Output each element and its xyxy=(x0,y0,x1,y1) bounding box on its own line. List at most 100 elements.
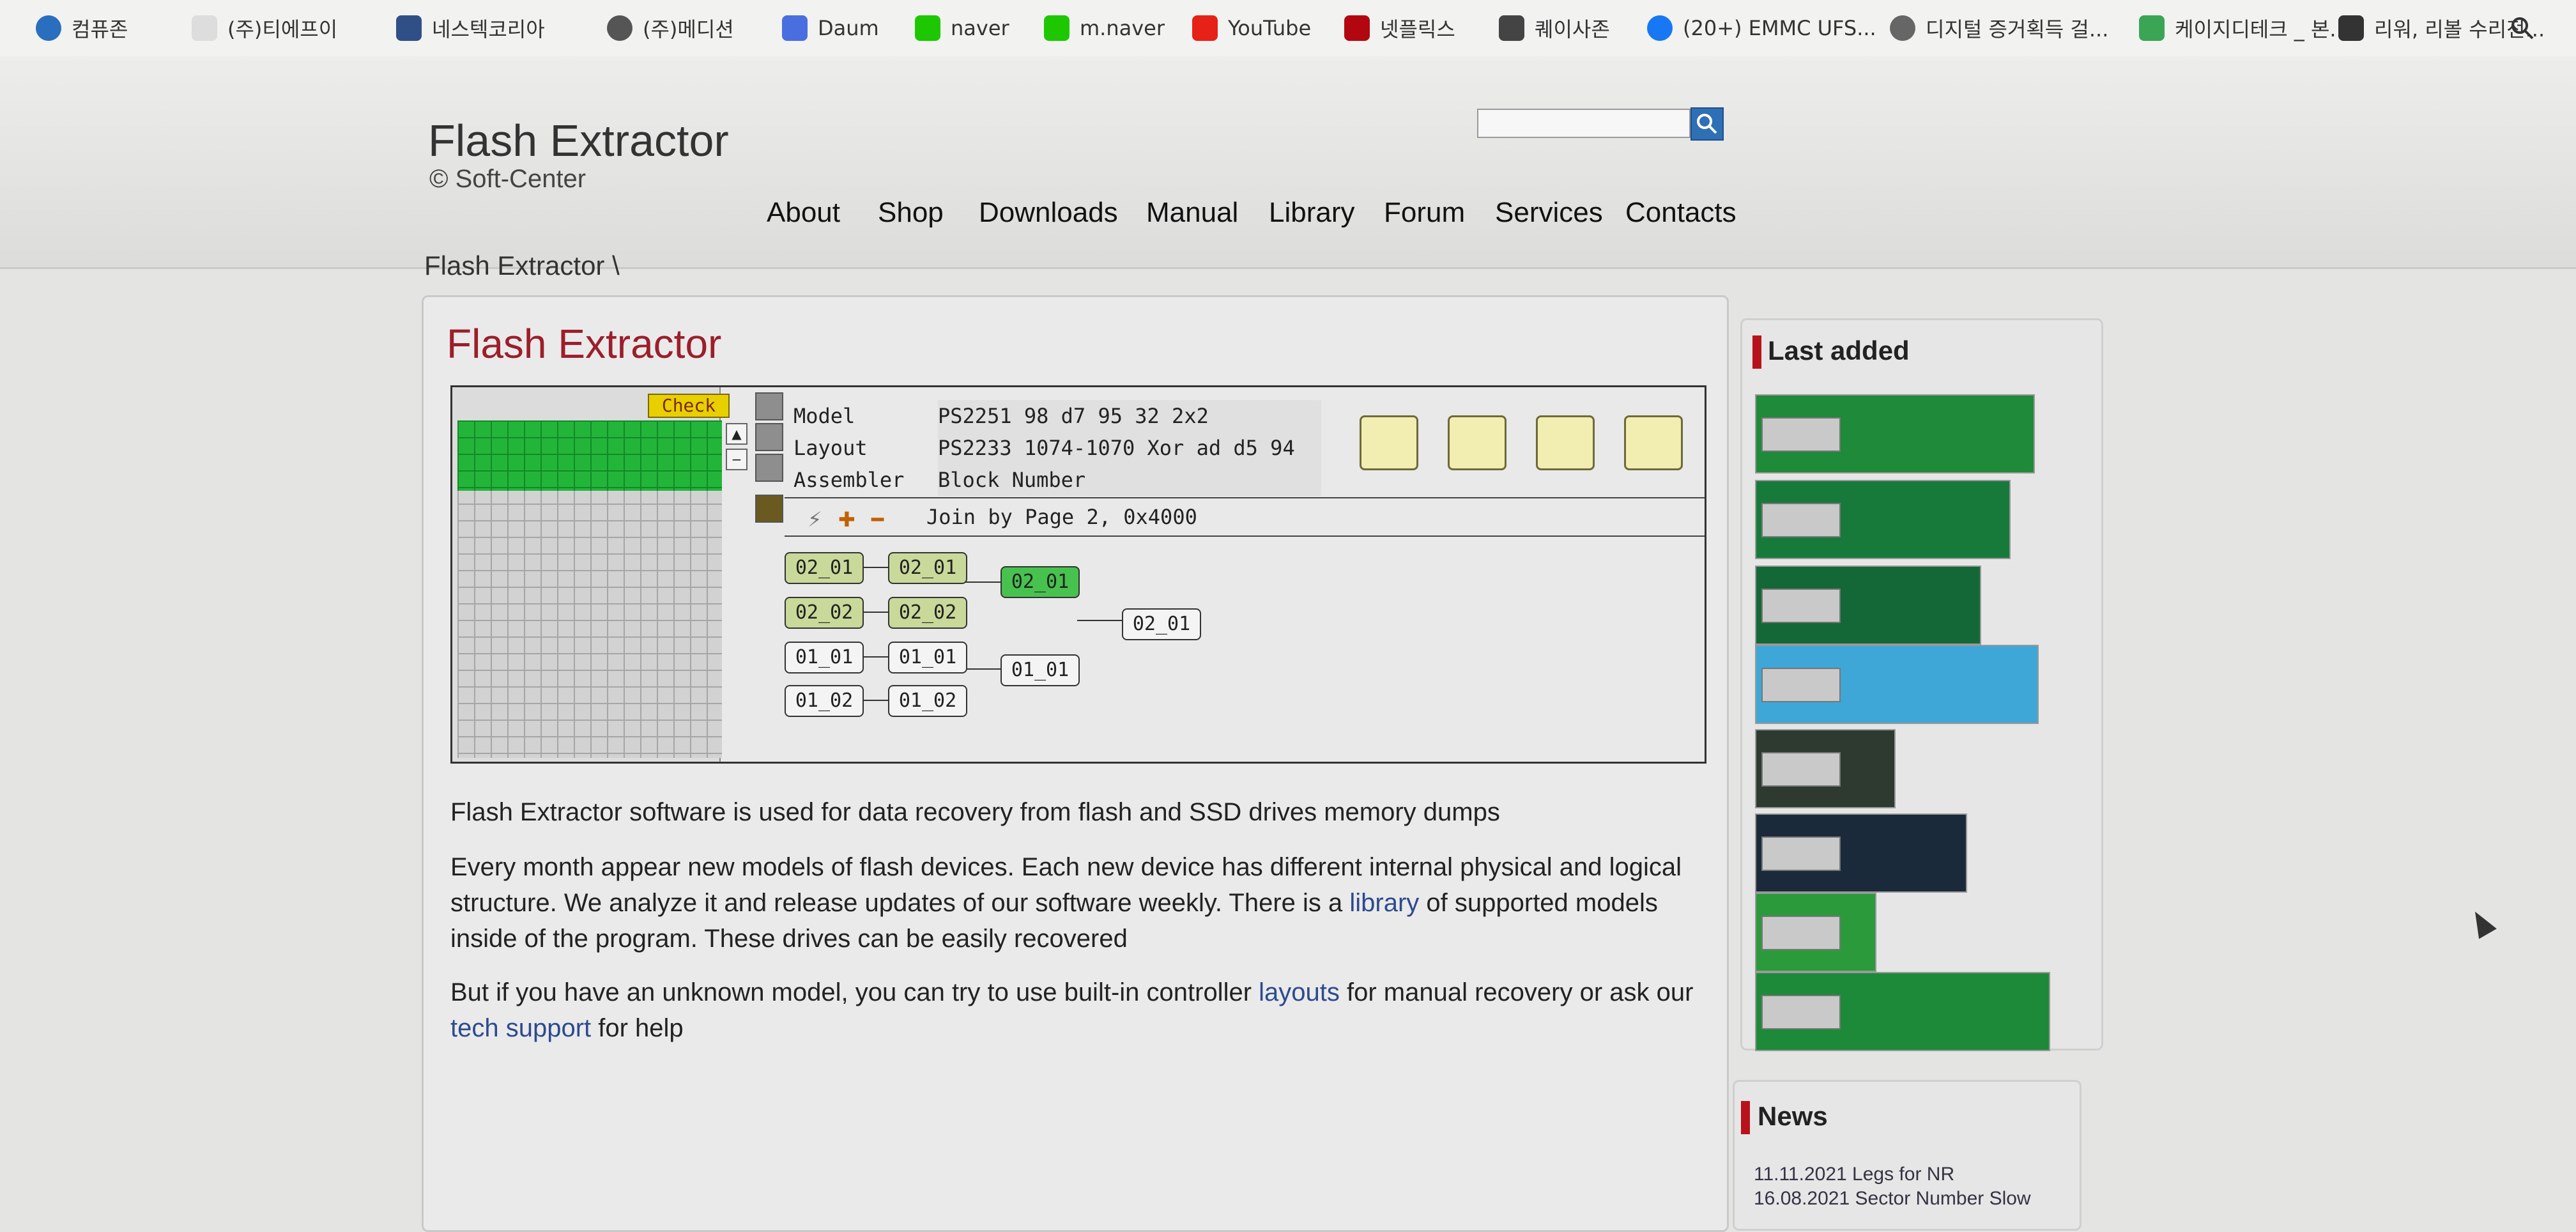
bookmark-item[interactable]: (주)메디션 xyxy=(607,14,734,42)
bookmark-item[interactable]: 네스텍코리아 xyxy=(396,14,545,42)
tree-node: 01_01 xyxy=(1000,654,1080,686)
tree-node: 02_02 xyxy=(785,597,864,629)
intro-paragraph: Flash Extractor software is used for dat… xyxy=(450,798,1500,826)
nav-library[interactable]: Library xyxy=(1269,197,1355,235)
para-text: for help xyxy=(591,1014,684,1042)
bookmark-label: 퀘이사존 xyxy=(1535,17,1610,42)
device-thumbnail[interactable] xyxy=(1755,566,1981,645)
usb-connector xyxy=(1761,589,1841,623)
last-added-panel: Last added xyxy=(1740,318,2103,1051)
news-date: 16.08.2021 xyxy=(1754,1188,1850,1209)
tree-node: 02_01 xyxy=(1122,608,1201,640)
device-thumbnail[interactable] xyxy=(1755,729,1896,808)
section-marker xyxy=(1741,1101,1750,1134)
block-grid-filled xyxy=(457,420,722,491)
search-input[interactable] xyxy=(1477,109,1690,138)
bookmark-item[interactable]: 퀘이사존 xyxy=(1499,14,1610,42)
tree-node: 02_01 xyxy=(1000,566,1080,598)
zoom-icon[interactable] xyxy=(2510,15,2535,41)
tree-node: 02_02 xyxy=(888,597,967,629)
layout-key: Layout xyxy=(793,436,868,460)
page-icon xyxy=(192,15,217,41)
news-panel: News 11.11.2021 Legs for NR 16.08.2021 S… xyxy=(1733,1080,2082,1231)
nav-services[interactable]: Services xyxy=(1495,197,1603,235)
news-item[interactable]: 11.11.2021 Legs for NR xyxy=(1754,1164,1954,1185)
bookmark-item[interactable]: naver xyxy=(915,14,1009,42)
usb-connector xyxy=(1761,916,1841,950)
bookmark-label: 컴퓨존 xyxy=(72,17,128,42)
tree-wire xyxy=(861,612,888,613)
device-thumbnail[interactable] xyxy=(1755,394,2035,474)
mouse-cursor-icon xyxy=(2466,906,2497,939)
news-text: Legs for NR xyxy=(1852,1164,1955,1185)
gear-icon xyxy=(755,454,783,482)
nav-downloads[interactable]: Downloads xyxy=(979,197,1118,235)
nav-manual[interactable]: Manual xyxy=(1146,197,1238,235)
layout-value: PS2233 1074-1070 Xor ad d5 94 xyxy=(938,432,1321,464)
layouts-link[interactable]: layouts xyxy=(1259,978,1340,1006)
assembler-key: Assembler xyxy=(793,468,905,492)
tree-wire xyxy=(861,656,888,658)
search-button[interactable] xyxy=(1690,107,1724,141)
bookmark-item[interactable]: YouTube xyxy=(1192,14,1311,42)
bookmark-label: (주)티에프이 xyxy=(227,17,338,42)
usb-connector xyxy=(1761,668,1841,702)
para-text: for manual recovery or ask our xyxy=(1339,978,1694,1006)
list-icon xyxy=(755,392,783,420)
page-title: Flash Extractor xyxy=(447,321,722,367)
bookmark-item[interactable]: 디지털 증거획득 걸... xyxy=(1890,14,2108,42)
last-added-heading: Last added xyxy=(1768,335,1910,366)
device-thumbnail[interactable] xyxy=(1755,645,2039,724)
globe-icon xyxy=(1890,15,1915,41)
tree-wire xyxy=(1077,620,1122,621)
bookmark-item[interactable]: 컴퓨존 xyxy=(36,14,128,42)
news-date: 11.11.2021 xyxy=(1754,1164,1847,1185)
library-link[interactable]: library xyxy=(1349,889,1419,917)
daum-icon xyxy=(782,15,808,41)
tree-wire xyxy=(861,700,888,701)
tool-icon xyxy=(755,495,783,523)
device-thumbnail[interactable] xyxy=(1755,813,1967,893)
updates-paragraph: Every month appear new models of flash d… xyxy=(450,849,1703,957)
app-screenshot: Check ▲ − Model PS2251 98 d7 95 32 2x2 La… xyxy=(450,385,1706,764)
tech-support-link[interactable]: tech support xyxy=(450,1014,591,1042)
news-item[interactable]: 16.08.2021 Sector Number Slow xyxy=(1754,1188,2031,1210)
bookmark-label: (주)메디션 xyxy=(643,17,734,42)
naver-icon xyxy=(915,15,940,41)
nav-forum[interactable]: Forum xyxy=(1384,197,1465,235)
device-thumbnail[interactable] xyxy=(1755,480,2011,559)
main-content: Flash Extractor Check ▲ − Model PS2251 98… xyxy=(422,295,1729,1232)
nav-about[interactable]: About xyxy=(767,197,840,235)
scroll-up-icon: ▲ xyxy=(726,423,747,445)
download-stack-icon xyxy=(1360,415,1418,470)
bookmark-label: 넷플릭스 xyxy=(1380,17,1455,42)
bookmark-item[interactable]: 넷플릭스 xyxy=(1344,14,1455,42)
site-title[interactable]: Flash Extractor xyxy=(428,115,729,166)
collapse-icon: − xyxy=(726,449,747,470)
breadcrumb[interactable]: Flash Extractor \ xyxy=(424,250,620,281)
nav-shop[interactable]: Shop xyxy=(878,197,944,235)
folder-icon xyxy=(1536,415,1595,470)
bookmark-label: m.naver xyxy=(1080,16,1165,40)
bookmark-item[interactable]: Daum xyxy=(782,14,879,42)
naver-icon xyxy=(1044,15,1070,41)
stack-icon xyxy=(1448,415,1506,470)
usb-connector xyxy=(1761,836,1841,871)
device-thumbnail[interactable] xyxy=(1755,893,1876,972)
bookmark-item[interactable]: (20+) EMMC UFS... xyxy=(1647,14,1876,42)
tree-wire xyxy=(965,581,1000,583)
site-subtitle: © Soft-Center xyxy=(429,165,586,193)
tree-node: 02_01 xyxy=(785,552,864,584)
device-thumbnail[interactable] xyxy=(1755,972,2050,1051)
minus-icon: ━ xyxy=(871,507,884,532)
bookmark-item[interactable]: 케이지디테크 _ 본... xyxy=(2139,14,2349,42)
news-heading: News xyxy=(1758,1101,1828,1131)
dots-icon xyxy=(2338,15,2364,41)
support-paragraph: But if you have an unknown model, you ca… xyxy=(450,974,1703,1046)
bookmark-item[interactable]: m.naver xyxy=(1044,14,1165,42)
tree-node: 01_01 xyxy=(888,642,967,674)
tree-node: 01_02 xyxy=(888,685,967,717)
globe-icon xyxy=(607,15,632,41)
nav-contacts[interactable]: Contacts xyxy=(1625,197,1736,235)
bookmark-item[interactable]: (주)티에프이 xyxy=(192,14,337,42)
